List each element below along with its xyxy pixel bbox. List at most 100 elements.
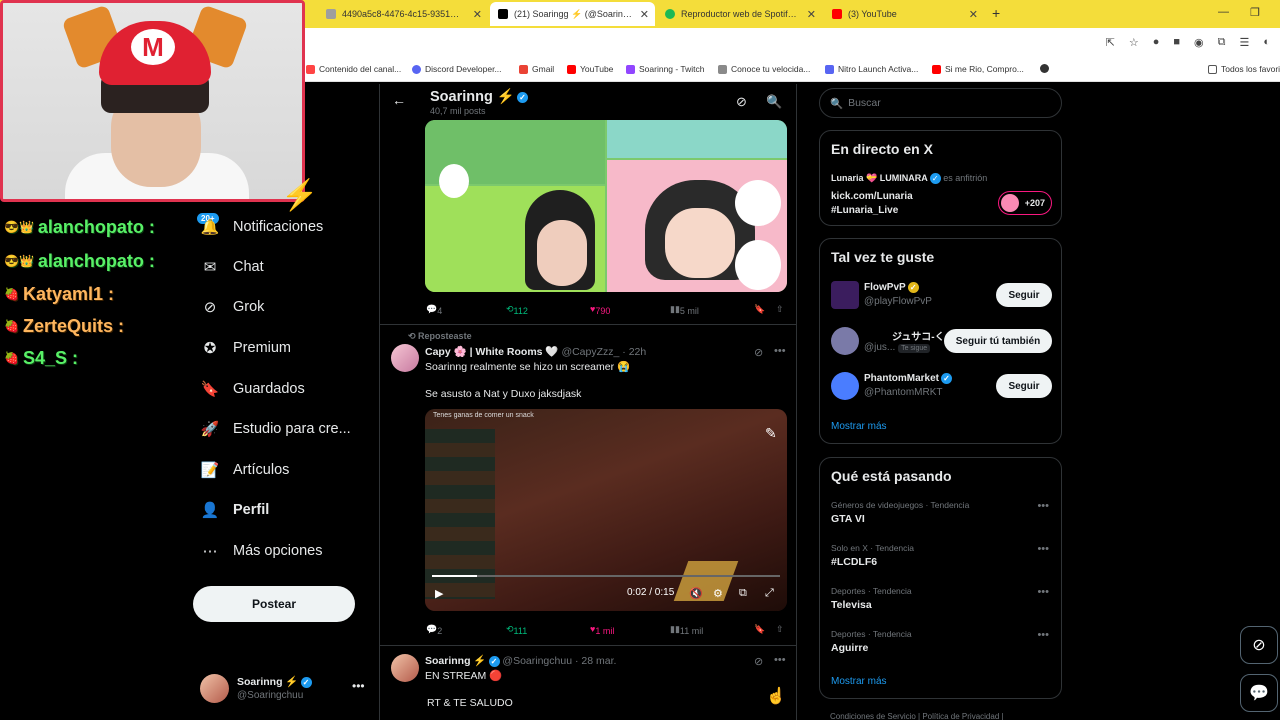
- install-icon[interactable]: ⇱: [1106, 36, 1115, 49]
- bookmark-item[interactable]: Gmail: [519, 64, 554, 74]
- maximize-icon[interactable]: ❐: [1250, 6, 1260, 19]
- more-icon[interactable]: •••: [1037, 586, 1049, 598]
- close-icon[interactable]: ✕: [473, 8, 482, 21]
- bookmark-item[interactable]: Si me Rio, Compro...: [932, 64, 1024, 74]
- more-icon[interactable]: •••: [1037, 629, 1049, 641]
- minimize-icon[interactable]: —: [1218, 6, 1229, 18]
- star-icon[interactable]: ☆: [1129, 36, 1139, 49]
- video-player[interactable]: Tenes ganas de comer un snack ✎ ▶ 0:02 /…: [425, 409, 787, 611]
- close-icon[interactable]: ✕: [640, 8, 649, 21]
- bookmark-folder[interactable]: Todos los favoritos: [1208, 64, 1280, 74]
- account-switcher[interactable]: Soarinng ⚡ ✓ @Soaringchuu •••: [200, 672, 372, 708]
- live-line[interactable]: #Lunaria_Live: [831, 205, 898, 216]
- trend-name[interactable]: GTA VI: [831, 513, 865, 525]
- new-tab-icon[interactable]: +: [992, 5, 1000, 21]
- bookmark-icon[interactable]: 🔖: [754, 624, 765, 635]
- back-arrow-icon[interactable]: ←: [392, 92, 406, 108]
- trend-name[interactable]: #LCDLF6: [831, 556, 877, 568]
- browser-tab-spotify[interactable]: Reproductor web de Spotify: m ✕: [657, 2, 822, 26]
- bookmark-icon[interactable]: 🔖: [754, 304, 765, 315]
- picture-in-picture-icon[interactable]: ⧉: [739, 587, 747, 600]
- nav-articles[interactable]: 📝 Artículos: [200, 455, 290, 485]
- show-more-link[interactable]: Mostrar más: [831, 676, 887, 687]
- more-icon[interactable]: •••: [774, 345, 786, 357]
- stream-chat-line: 🍓 S4_S :: [4, 347, 79, 368]
- extension-icon[interactable]: ●: [1153, 36, 1160, 49]
- browser-tab-uuid[interactable]: 4490a5c8-4476-4c15-9351-ff2 ✕: [318, 2, 488, 26]
- nav-bookmarks[interactable]: 🔖 Guardados: [200, 374, 305, 404]
- post-author[interactable]: Capy 🌸 | White Rooms 🤍 @CapyZzz_ · 22h: [425, 345, 646, 358]
- avatar[interactable]: [831, 327, 859, 355]
- listeners-badge[interactable]: +207: [998, 191, 1052, 215]
- follow-button[interactable]: Seguir: [996, 283, 1052, 307]
- more-icon[interactable]: •••: [774, 654, 786, 666]
- live-line[interactable]: kick.com/Lunaria: [831, 191, 913, 202]
- show-more-link[interactable]: Mostrar más: [831, 421, 887, 432]
- nav-profile[interactable]: 👤 Perfil: [200, 495, 270, 525]
- menu-icon[interactable]: ☰: [1239, 36, 1249, 49]
- browser-tab-x[interactable]: (21) Soaringg ⚡ (@Soaringchu ✕: [490, 2, 655, 26]
- nav-creator-studio[interactable]: 🚀 Estudio para cre...: [200, 414, 351, 444]
- messages-floating-button[interactable]: 💬: [1240, 674, 1278, 712]
- grok-icon[interactable]: ⊘: [754, 346, 763, 359]
- nav-more-options[interactable]: ⋯ Más opciones: [200, 536, 323, 566]
- follow-name[interactable]: PhantomMarket ✓: [864, 373, 953, 384]
- close-icon[interactable]: ✕: [807, 8, 816, 21]
- bookmark-item[interactable]: [1040, 64, 1053, 73]
- browser-tab-youtube[interactable]: (3) YouTube ✕: [824, 2, 984, 26]
- post-image[interactable]: [425, 120, 787, 292]
- nav-grok[interactable]: ⊘ Grok: [200, 292, 265, 322]
- more-icon[interactable]: •••: [1037, 543, 1049, 555]
- live-host[interactable]: Lunaria 💝 LUMINARA ✓ es anfitrión: [831, 173, 987, 185]
- more-icon[interactable]: •••: [352, 679, 365, 693]
- bookmark-item[interactable]: Discord Developer...: [412, 64, 502, 74]
- trend-name[interactable]: Televisa: [831, 599, 872, 611]
- footer-links[interactable]: Condiciones de Servicio | Política de Pr…: [830, 712, 1004, 720]
- share-icon[interactable]: ⇧: [776, 624, 784, 635]
- bookmark-item[interactable]: YouTube: [567, 64, 613, 74]
- avatar[interactable]: [831, 281, 859, 309]
- profile-icon[interactable]: ◐: [1263, 36, 1270, 49]
- post-author[interactable]: Soarinng ⚡ ✓ @Soaringchuu · 28 mar.: [425, 654, 616, 667]
- follow-button[interactable]: Seguir: [996, 374, 1052, 398]
- fullscreen-icon[interactable]: ⤢: [765, 587, 774, 600]
- follow-name[interactable]: FlowPvP ✓: [864, 282, 919, 293]
- share-icon[interactable]: ⇧: [776, 304, 784, 315]
- avatar[interactable]: [391, 344, 419, 372]
- tab-label: (21) Soaringg ⚡ (@Soaringchu: [514, 8, 634, 19]
- play-icon[interactable]: ▶: [435, 587, 443, 600]
- views-button[interactable]: ▮▮ 11 mil: [670, 624, 703, 636]
- puzzle-icon[interactable]: ⧉: [1218, 36, 1226, 49]
- trend-name[interactable]: Aguirre: [831, 642, 868, 654]
- grok-icon[interactable]: ⊘: [736, 94, 747, 110]
- reply-button[interactable]: 💬 4: [426, 304, 442, 316]
- reply-button[interactable]: 💬 2: [426, 624, 442, 636]
- bookmark-item[interactable]: Nitro Launch Activa...: [825, 64, 918, 74]
- video-progress-bar[interactable]: [432, 575, 780, 577]
- like-button[interactable]: ♥ 1 mil: [590, 624, 614, 636]
- search-input[interactable]: 🔍 Buscar: [819, 88, 1062, 118]
- avatar[interactable]: [391, 654, 419, 682]
- settings-icon[interactable]: ⚙: [713, 587, 723, 600]
- mute-icon[interactable]: 🔇: [689, 587, 703, 600]
- bookmark-item[interactable]: Contenido del canal...: [306, 64, 401, 74]
- bookmark-item[interactable]: Soarinng - Twitch: [626, 64, 705, 74]
- like-button[interactable]: ♥ 790: [590, 304, 610, 316]
- bookmark-item[interactable]: Conoce tu velocida...: [718, 64, 810, 74]
- grok-floating-button[interactable]: ⊘: [1240, 626, 1278, 664]
- repost-button[interactable]: ⟲ 111: [506, 624, 527, 636]
- repost-button[interactable]: ⟲ 112: [506, 304, 528, 316]
- follow-back-button[interactable]: Seguir tú también: [944, 329, 1052, 353]
- post-button[interactable]: Postear: [193, 586, 355, 622]
- more-icon[interactable]: •••: [1037, 500, 1049, 512]
- nav-premium[interactable]: ✪ Premium: [200, 333, 291, 363]
- grok-icon[interactable]: ⊘: [754, 655, 763, 668]
- nav-chat[interactable]: ✉ Chat: [200, 252, 264, 282]
- search-icon[interactable]: 🔍: [766, 94, 782, 110]
- avatar[interactable]: [831, 372, 859, 400]
- nav-notifications[interactable]: 🔔 Notificaciones: [200, 212, 324, 242]
- extension-icon[interactable]: ◉: [1194, 36, 1204, 49]
- close-icon[interactable]: ✕: [969, 8, 978, 21]
- extension-icon[interactable]: ■: [1173, 36, 1180, 49]
- views-button[interactable]: ▮▮ 5 mil: [670, 304, 699, 316]
